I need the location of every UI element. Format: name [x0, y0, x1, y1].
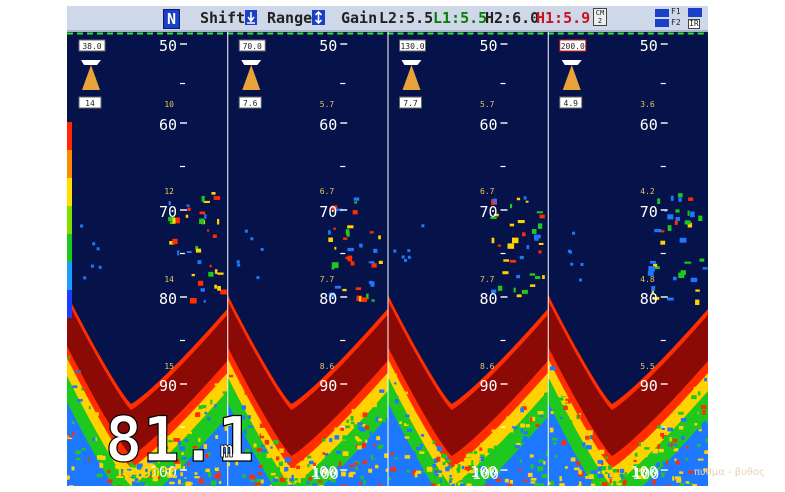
frequency-label: 38.0: [82, 42, 101, 51]
depth-tick-80: 80: [640, 290, 658, 308]
gain-scale-label: 6.7: [320, 187, 335, 196]
depth-tick-80: 80: [319, 290, 337, 308]
gain-scale-label: 5.7: [480, 100, 495, 109]
depth-tick-50: 50: [159, 37, 177, 55]
gain-scale-label: 4.8: [640, 275, 655, 284]
depth-unit: m: [220, 438, 233, 463]
f1-label[interactable]: F1: [671, 8, 681, 16]
f2-rewind-icon: [655, 19, 669, 27]
frequency-label: 70.0: [243, 42, 262, 51]
gain-scale-label: 14: [164, 275, 174, 284]
bottom-depth-label: 100: [312, 465, 339, 483]
status-bar: N Shift: Range: Gain L2:5.5 L1:5.5 H2:6.…: [67, 6, 708, 32]
gain-scale-label: 3.6: [640, 100, 655, 109]
echosounder-display: N Shift: Range: Gain L2:5.5 L1:5.5 H2:6.…: [67, 6, 708, 486]
gain-value: 7.6: [243, 99, 258, 108]
depth-tick-70: 70: [640, 203, 658, 221]
echogram-panel-4: 50 60 70 80 90 100 3.6 4.2 4.8 5.5 200.0 4.9: [547, 32, 708, 486]
depth-tick-90: 90: [479, 377, 497, 395]
gain-h2: H2:6.0: [485, 9, 540, 27]
depth-tick-60: 60: [640, 116, 658, 134]
cm-top: CM: [595, 9, 605, 17]
depth-tick-60: 60: [319, 116, 337, 134]
gain-scale-label: 12: [164, 187, 174, 196]
color-scale-bar: [67, 122, 72, 318]
frequency-label: 130.0: [400, 42, 424, 51]
gain-scale-label: 8.6: [480, 362, 495, 371]
cm-bottom: 2: [597, 17, 603, 25]
range-icon[interactable]: [312, 10, 325, 25]
ir-label[interactable]: IR: [688, 19, 700, 29]
depth-tick-50: 50: [479, 37, 497, 55]
f2-label[interactable]: F2: [671, 19, 681, 27]
depth-tick-90: 90: [159, 377, 177, 395]
depth-tick-70: 70: [159, 203, 177, 221]
gain-label: Gain: [341, 9, 378, 27]
gain-scale-label: 4.2: [640, 187, 655, 196]
frequency-label: 200.0: [561, 42, 585, 51]
water-temp: 15.90°C: [115, 464, 178, 482]
depth-readout: 81.1m15.90°C: [104, 402, 255, 482]
depth-tick-60: 60: [159, 116, 177, 134]
gain-scale-label: 5.7: [320, 100, 335, 109]
echogram-panel-3: 50 60 70 80 90 100 5.7 6.7 7.7 8.6 130.0 7.7: [387, 32, 551, 486]
f1-wave-icon: [655, 9, 669, 17]
gain-h1: H1:5.9: [536, 9, 591, 27]
gain-value: 7.7: [403, 99, 418, 108]
depth-tick-90: 90: [319, 377, 337, 395]
bottom-depth-label: 100: [632, 465, 659, 483]
shift-icon[interactable]: [245, 10, 257, 25]
depth-tick-60: 60: [479, 116, 497, 134]
north-up-badge[interactable]: N: [163, 9, 181, 29]
gain-scale-label: 10: [164, 100, 174, 109]
depth-tick-50: 50: [319, 37, 337, 55]
depth-tick-70: 70: [479, 203, 497, 221]
gain-l2: L2:5.5: [379, 9, 434, 27]
echogram-svg: 50 60 70 80 90 100 10 12 14 15 38.0 14 50 60 70 80 90 100…: [67, 32, 708, 486]
gain-l1: L1:5.5: [433, 9, 488, 27]
gain-value: 14: [85, 99, 95, 108]
depth-tick-80: 80: [479, 290, 497, 308]
mode-icon: [688, 8, 702, 17]
depth-tick-80: 80: [159, 290, 177, 308]
watermark: πυθμα - βυθος: [693, 467, 765, 478]
gain-scale-label: 5.5: [640, 362, 655, 371]
gain-scale-label: 6.7: [480, 187, 495, 196]
cm-indicator[interactable]: CM 2: [593, 8, 607, 26]
depth-tick-90: 90: [640, 377, 658, 395]
depth-tick-70: 70: [319, 203, 337, 221]
gain-value: 4.9: [564, 99, 579, 108]
gain-scale-label: 7.7: [320, 275, 335, 284]
echogram-area: 50 60 70 80 90 100 10 12 14 15 38.0 14 50 60 70 80 90 100…: [67, 32, 708, 486]
gain-scale-label: 15: [164, 362, 174, 371]
bottom-depth-label: 100: [472, 465, 499, 483]
depth-tick-50: 50: [640, 37, 658, 55]
gain-scale-label: 8.6: [320, 362, 335, 371]
gain-scale-label: 7.7: [480, 275, 495, 284]
